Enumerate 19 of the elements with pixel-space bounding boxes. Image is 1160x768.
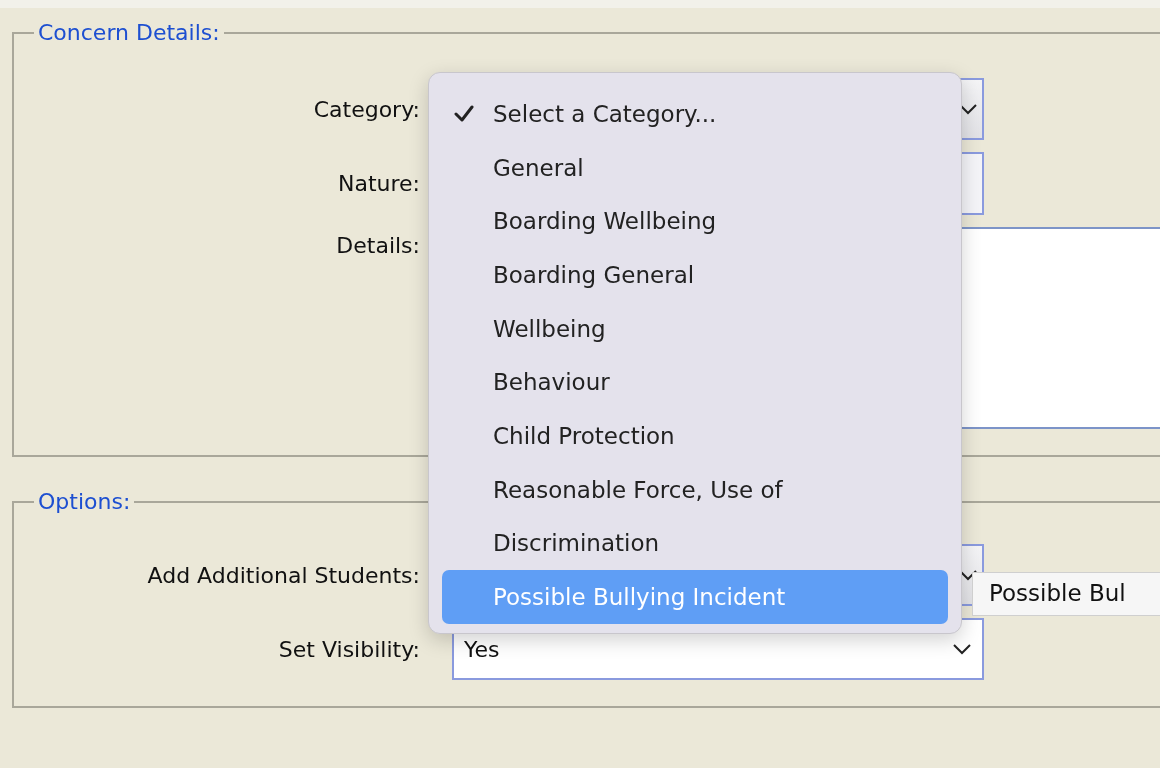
menu-item[interactable]: Boarding Wellbeing bbox=[442, 194, 948, 249]
tooltip: Possible Bul bbox=[972, 572, 1160, 616]
menu-item[interactable]: Reasonable Force, Use of bbox=[442, 462, 948, 517]
menu-item[interactable]: Child Protection bbox=[442, 409, 948, 463]
field-label: Nature: bbox=[336, 171, 421, 196]
section-legend: Options: bbox=[34, 489, 135, 514]
menu-item[interactable]: Select a Category... bbox=[442, 87, 948, 141]
section-legend: Concern Details: bbox=[34, 20, 224, 45]
checkmark-icon bbox=[454, 104, 474, 123]
menu-item[interactable]: Discrimination bbox=[442, 516, 948, 571]
menu-item[interactable]: Boarding General bbox=[442, 248, 948, 302]
menu-item[interactable]: Behaviour bbox=[442, 355, 948, 410]
menu-item[interactable]: General bbox=[442, 140, 948, 195]
field-label: Category: bbox=[312, 96, 421, 122]
field-label: Add Additional Students: bbox=[146, 562, 421, 588]
menu-item[interactable]: Wellbeing bbox=[442, 301, 948, 356]
chevron-icon bbox=[952, 643, 972, 655]
field-label: Set Visibility: bbox=[277, 636, 421, 662]
field-label: Details: bbox=[335, 232, 421, 258]
